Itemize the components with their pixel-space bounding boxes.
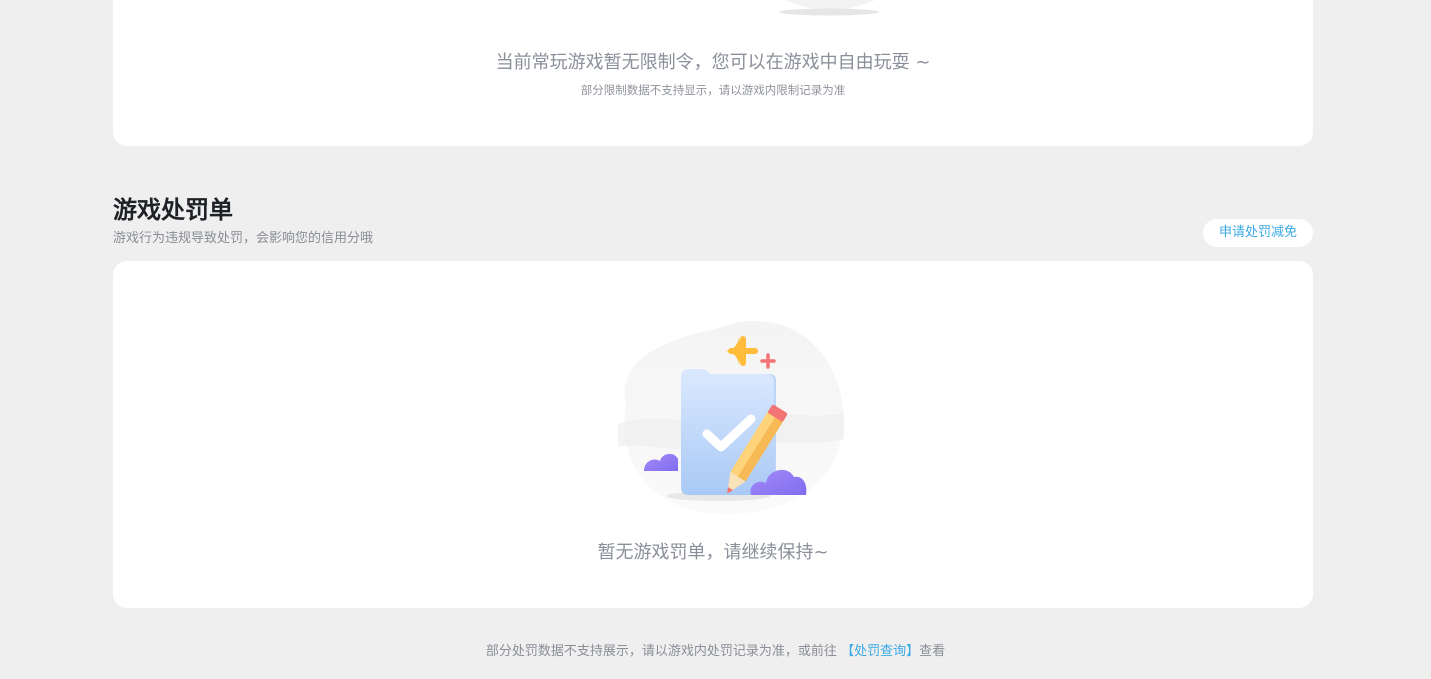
restriction-empty-message: 当前常玩游戏暂无限制令，您可以在游戏中自由玩耍 ~ bbox=[495, 52, 931, 73]
penalty-query-link[interactable]: 【处罚查询】 bbox=[841, 644, 919, 659]
section-subtitle: 游戏行为违规导致处罚，会影响您的信用分哦 bbox=[113, 231, 374, 246]
restriction-card: 当前常玩游戏暂无限制令，您可以在游戏中自由玩耍 ~ 部分限制数据不支持显示，请以… bbox=[113, 0, 1313, 146]
appeal-penalty-button[interactable]: 申请处罚减免 bbox=[1203, 219, 1313, 247]
restriction-note: 部分限制数据不支持显示，请以游戏内限制记录为准 bbox=[580, 83, 846, 97]
section-title: 游戏处罚单 bbox=[113, 196, 233, 224]
footer-prefix: 部分处罚数据不支持展示，请以游戏内处罚记录为准，或前往 bbox=[485, 644, 837, 659]
folder-check-pencil-icon bbox=[618, 320, 844, 514]
partial-illustration-icon bbox=[779, 0, 879, 16]
footer-note: 部分处罚数据不支持展示，请以游戏内处罚记录为准，或前往 【处罚查询】查看 bbox=[0, 640, 1431, 659]
penalty-card: 暂无游戏罚单，请继续保持~ bbox=[113, 261, 1313, 608]
footer-suffix: 查看 bbox=[919, 644, 946, 659]
empty-penalty-text: 暂无游戏罚单，请继续保持~ bbox=[597, 542, 829, 563]
